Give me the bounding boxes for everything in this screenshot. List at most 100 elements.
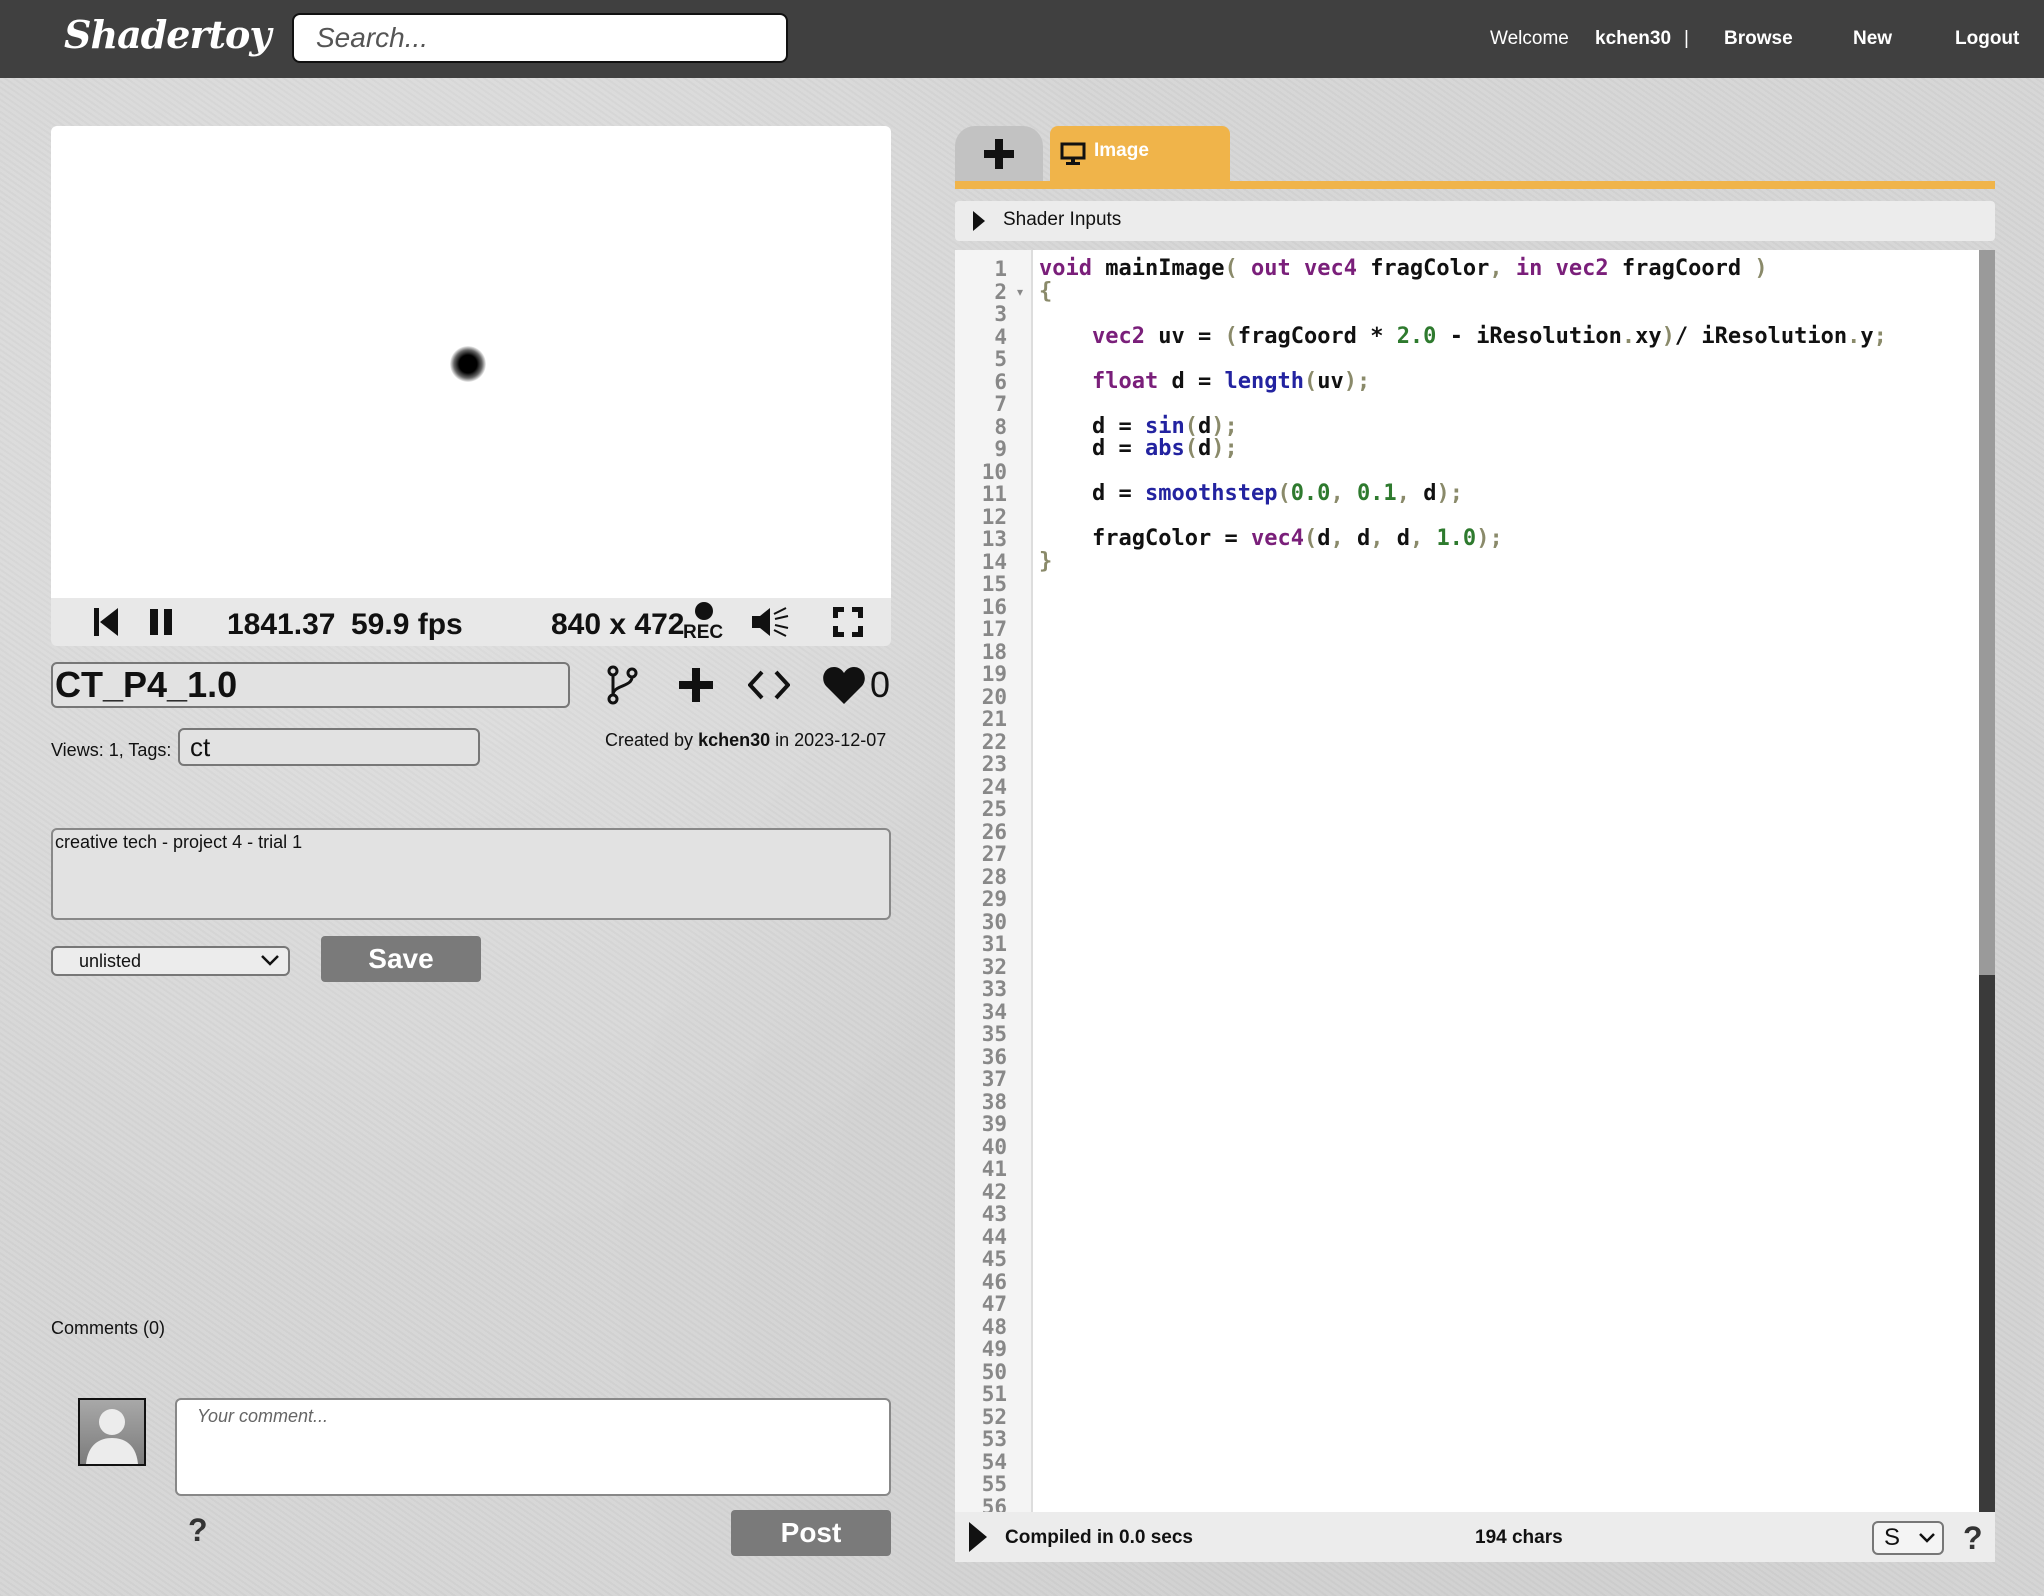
line-number: 52 (981, 1404, 1007, 1429)
plus-icon (984, 139, 1014, 169)
line-number: 2 (994, 279, 1007, 304)
code-line[interactable] (1039, 506, 1052, 529)
line-number: 33 (981, 977, 1007, 1001)
line-number: 27 (981, 842, 1007, 866)
line-number: 46 (981, 1269, 1007, 1294)
chevron-down-icon (1919, 1533, 1935, 1543)
line-number: 39 (981, 1112, 1007, 1136)
line-number: 40 (981, 1134, 1007, 1159)
line-number: 32 (981, 954, 1007, 979)
code-line[interactable]: vec2 uv = (fragCoord * 2.0 - iResolution… (1039, 325, 1887, 349)
shadertoy-logo[interactable]: Shadertoy (64, 12, 271, 57)
save-button[interactable]: Save (321, 936, 481, 982)
shader-inputs-toggle[interactable]: Shader Inputs (955, 201, 1995, 241)
line-number: 24 (981, 774, 1007, 799)
line-number: 51 (981, 1382, 1007, 1406)
line-number: 49 (981, 1337, 1007, 1361)
shader-title-input[interactable]: CT_P4_1.0 (51, 662, 570, 708)
add-to-playlist-icon[interactable] (676, 660, 716, 710)
code-line[interactable] (1039, 348, 1052, 371)
avatar (78, 1398, 146, 1466)
comment-input[interactable]: Your comment... (175, 1398, 891, 1496)
logout-link[interactable]: Logout (1955, 28, 2019, 50)
fullscreen-icon[interactable] (831, 598, 865, 646)
scrollbar-thumb[interactable] (1979, 250, 1995, 975)
new-link[interactable]: New (1853, 28, 1892, 50)
fold-arrow-icon[interactable]: ▾ (1017, 285, 1023, 299)
line-number: 13 (981, 527, 1007, 551)
visibility-value: unlisted (79, 951, 142, 971)
top-bar: Shadertoy Welcome kchen30 | Browse New L… (0, 0, 2044, 78)
line-number: 29 (981, 887, 1007, 911)
line-number: 18 (981, 639, 1007, 664)
line-number: 45 (981, 1247, 1007, 1271)
code-line[interactable]: fragColor = vec4(d, d, d, 1.0); (1039, 527, 1503, 551)
comments-heading: Comments (0) (51, 1318, 166, 1338)
code-line[interactable]: } (1039, 550, 1052, 574)
line-number: 35 (981, 1022, 1007, 1046)
code-line[interactable]: void mainImage( out vec4 fragColor, in v… (1039, 257, 1768, 281)
rewind-icon[interactable] (91, 598, 121, 646)
line-number: 9 (994, 437, 1007, 461)
volume-icon[interactable] (751, 598, 791, 646)
line-number: 23 (981, 752, 1007, 776)
shader-canvas[interactable] (51, 126, 891, 598)
code-line[interactable]: d = sin(d); (1039, 415, 1238, 439)
code-line[interactable]: { (1039, 280, 1052, 304)
tab-underline (955, 181, 1995, 189)
line-number: 25 (981, 797, 1007, 821)
compile-play-icon[interactable] (969, 1522, 987, 1552)
browse-link[interactable]: Browse (1724, 28, 1793, 50)
visibility-select[interactable]: unlisted (51, 946, 290, 976)
line-number: 38 (981, 1089, 1007, 1114)
line-number: 14 (981, 549, 1007, 574)
chevron-down-icon (261, 955, 279, 966)
line-number: 26 (981, 819, 1007, 844)
shader-inputs-label: Shader Inputs (1003, 209, 1122, 230)
line-number-gutter: 1 2 3 4 5 6 7 8 9 10 11 12 13 14 15 16 17 18 19 20 21 22 23 24 2… (955, 250, 1033, 1512)
line-number: 10 (981, 459, 1007, 484)
editor-help-icon[interactable]: ? (1963, 1520, 1983, 1557)
compile-status: Compiled in 0.0 secs (1005, 1527, 1193, 1548)
editor-scrollbar[interactable] (1979, 250, 1995, 1512)
line-number: 47 (981, 1292, 1007, 1316)
line-number: 6 (994, 369, 1007, 394)
record-button[interactable]: REC (683, 602, 723, 646)
tab-image-label: Image (1094, 140, 1149, 161)
rendered-dot (450, 346, 486, 382)
resolution-readout: 840 x 472 (551, 608, 685, 641)
font-size-select[interactable]: S (1872, 1521, 1944, 1555)
line-number: 41 (981, 1157, 1007, 1181)
line-number: 43 (981, 1202, 1007, 1226)
line-number: 34 (981, 999, 1007, 1024)
tags-input[interactable]: ct (178, 728, 480, 766)
line-number: 31 (981, 932, 1007, 956)
code-line[interactable] (1039, 303, 1052, 326)
post-button[interactable]: Post (731, 1510, 891, 1556)
pause-icon[interactable] (146, 598, 176, 646)
comment-help-icon[interactable]: ? (188, 1512, 208, 1549)
code-line[interactable] (1039, 461, 1052, 484)
code-editor[interactable]: 1 2 3 4 5 6 7 8 9 10 11 12 13 14 15 16 17 18 19 20 21 22 23 24 2… (955, 250, 1995, 1512)
tab-image[interactable]: Image (1050, 126, 1230, 182)
line-number: 21 (981, 707, 1007, 731)
username-link[interactable]: kchen30 (1595, 28, 1671, 50)
line-number: 16 (981, 594, 1007, 619)
search-input[interactable] (292, 13, 788, 63)
line-number: 3 (994, 302, 1007, 326)
embed-code-icon[interactable] (746, 660, 792, 710)
code-line[interactable]: d = abs(d); (1039, 437, 1238, 461)
author-link[interactable]: kchen30 (698, 730, 770, 750)
add-tab-button[interactable] (955, 126, 1043, 182)
line-number: 37 (981, 1067, 1007, 1091)
like-heart-icon[interactable] (822, 660, 866, 710)
line-number: 8 (994, 414, 1007, 439)
code-line[interactable]: d = smoothstep(0.0, 0.1, d); (1039, 482, 1463, 506)
fps-readout: 59.9 fps (351, 608, 463, 641)
description-textarea[interactable]: creative tech - project 4 - trial 1 (51, 828, 891, 920)
rec-label: REC (683, 622, 724, 643)
line-number: 20 (981, 684, 1007, 709)
code-line[interactable]: float d = length(uv); (1039, 370, 1370, 394)
fork-icon[interactable] (602, 660, 642, 710)
code-line[interactable] (1039, 393, 1052, 416)
